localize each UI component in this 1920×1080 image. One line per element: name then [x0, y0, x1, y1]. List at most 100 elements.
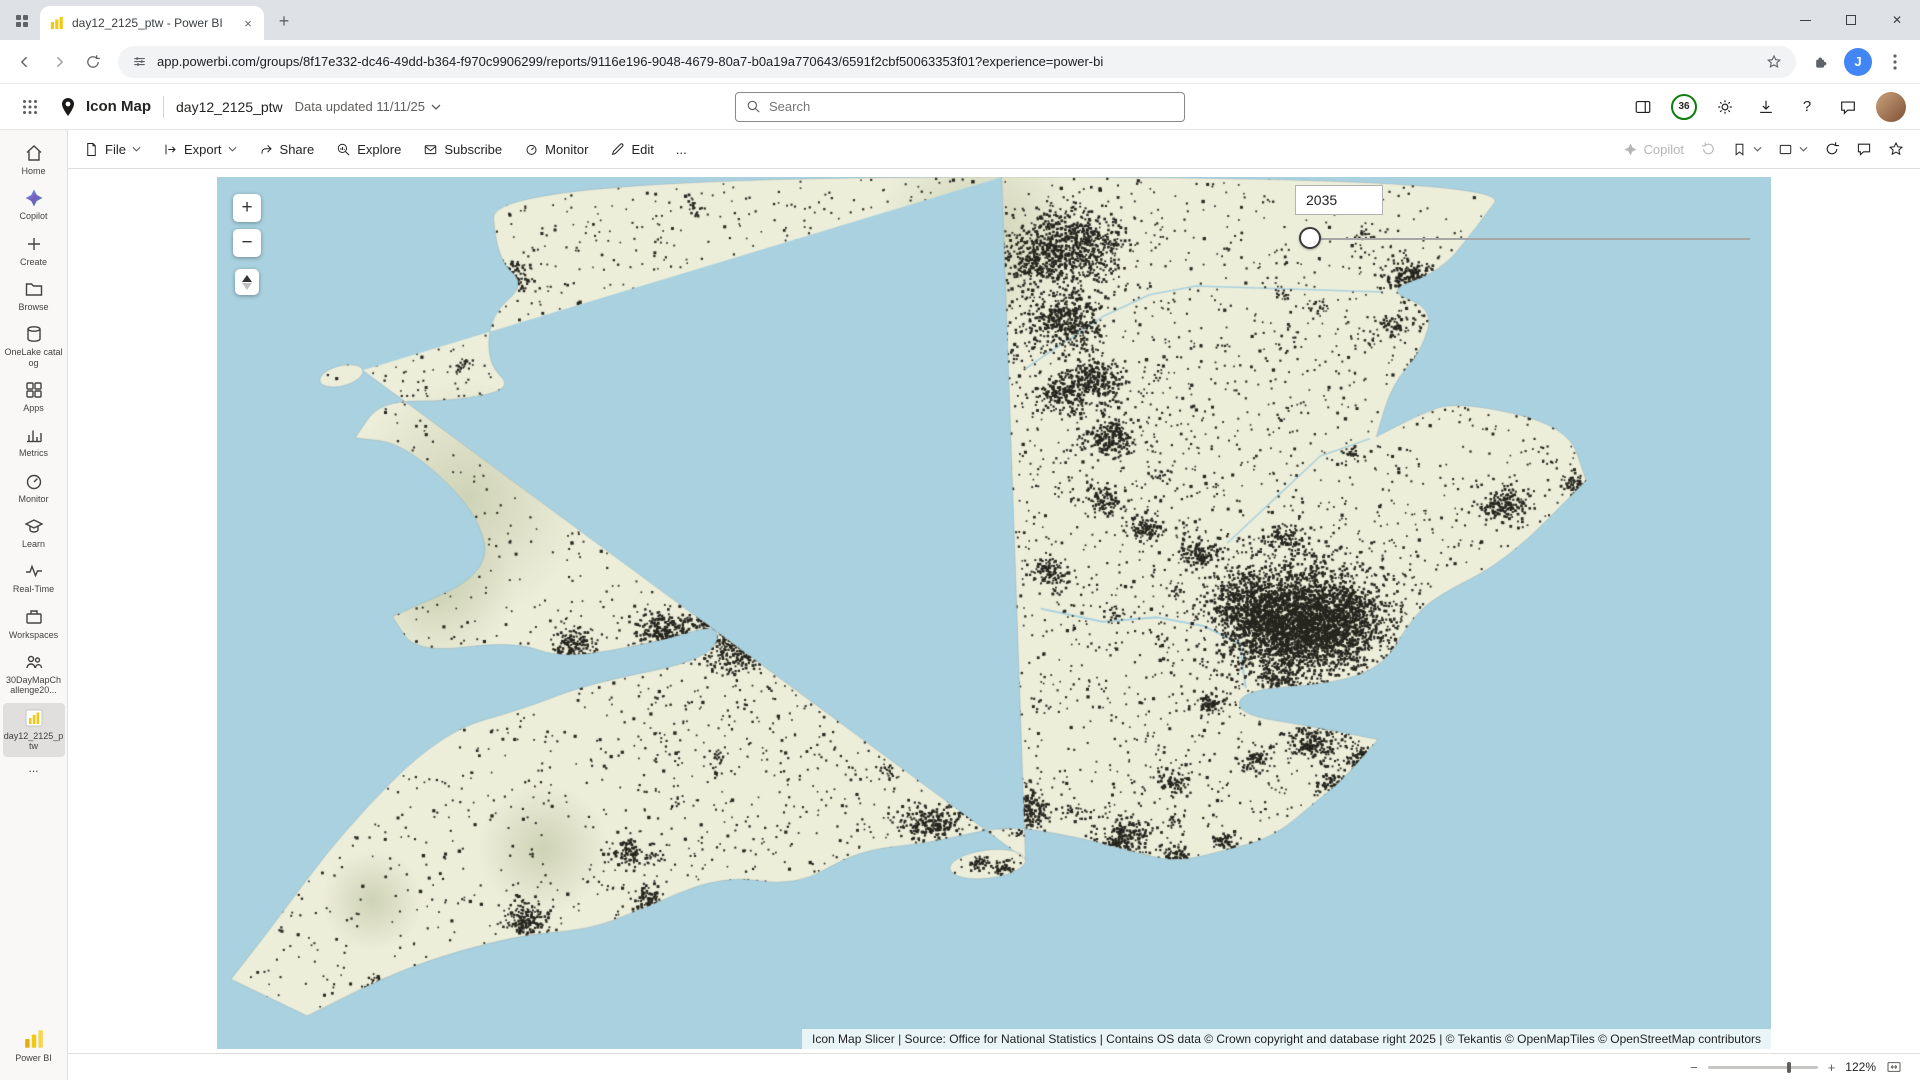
- fit-to-page-icon[interactable]: [1886, 1059, 1902, 1075]
- site-info-icon[interactable]: [132, 54, 147, 69]
- explore-button[interactable]: Explore: [336, 142, 401, 157]
- window-maximize-button[interactable]: [1828, 0, 1874, 40]
- sidebar-more-button[interactable]: ...: [28, 759, 38, 781]
- reset-view-button[interactable]: [1700, 141, 1716, 157]
- new-tab-button[interactable]: +: [270, 7, 298, 35]
- brand[interactable]: Icon Map: [58, 97, 151, 117]
- sidebar-item-create[interactable]: Create: [3, 229, 65, 272]
- export-menu[interactable]: Export: [163, 142, 237, 157]
- product-switcher-power-bi[interactable]: Power BI: [3, 1023, 65, 1068]
- export-icon: [163, 142, 178, 157]
- view-menu[interactable]: [1778, 142, 1808, 157]
- tab-actions-icon[interactable]: [8, 7, 36, 35]
- monitor-button[interactable]: Monitor: [524, 142, 588, 157]
- sidebar-item-browse[interactable]: Browse: [3, 274, 65, 317]
- page-zoom-handle[interactable]: [1787, 1062, 1791, 1073]
- pitch-down-icon: [242, 283, 252, 290]
- extensions-button[interactable]: [1806, 47, 1836, 77]
- window-close-button[interactable]: ✕: [1874, 0, 1920, 40]
- bookmark-icon: [1732, 142, 1747, 157]
- sidebar-item-label: Metrics: [19, 448, 48, 458]
- chevron-down-icon: [1799, 146, 1808, 152]
- edit-button[interactable]: Edit: [610, 142, 653, 157]
- refresh-button[interactable]: [1824, 141, 1840, 157]
- copilot-icon: [24, 188, 44, 208]
- pulse-icon: [24, 561, 44, 581]
- toolbar-more-button[interactable]: ...: [676, 142, 687, 157]
- sidebar-item-copilot[interactable]: Copilot: [3, 183, 65, 226]
- sidebar-item-apps[interactable]: Apps: [3, 375, 65, 418]
- explore-icon: [336, 142, 351, 157]
- sidebar-item-label: Monitor: [18, 494, 48, 504]
- database-icon: [24, 324, 44, 344]
- year-slicer-track[interactable]: [1310, 238, 1750, 240]
- bookmark-star-icon[interactable]: [1766, 54, 1782, 70]
- browser-profile-avatar[interactable]: J: [1844, 48, 1872, 76]
- sidebar-item-day12-report[interactable]: day12_2125_ptw: [3, 703, 65, 757]
- power-bi-logo: [23, 1028, 45, 1050]
- page-zoom-slider[interactable]: [1708, 1066, 1818, 1069]
- subscribe-mail-icon: [423, 142, 438, 157]
- url-bar[interactable]: app.powerbi.com/groups/8f17e332-dc46-49d…: [118, 46, 1796, 78]
- forward-button[interactable]: [44, 47, 74, 77]
- map-zoom-out-button[interactable]: −: [233, 229, 261, 257]
- chevron-down-icon: [1753, 146, 1762, 152]
- subscribe-button[interactable]: Subscribe: [423, 142, 502, 157]
- global-search[interactable]: [735, 92, 1185, 122]
- sidebar-item-label: Learn: [22, 539, 45, 549]
- pane-toggle-button[interactable]: [1630, 94, 1656, 120]
- data-updated-dropdown[interactable]: Data updated 11/11/25: [295, 99, 441, 114]
- app-launcher-button[interactable]: [14, 91, 46, 123]
- monitor-gauge-icon: [524, 142, 539, 157]
- help-button[interactable]: ?: [1794, 94, 1820, 120]
- sidebar-item-metrics[interactable]: Metrics: [3, 420, 65, 463]
- maximize-icon: [1846, 15, 1856, 25]
- feedback-icon: [1839, 98, 1857, 116]
- search-input[interactable]: [769, 99, 1174, 114]
- file-menu[interactable]: File: [84, 142, 141, 157]
- tab-close-icon[interactable]: ×: [240, 15, 256, 31]
- sidebar-item-learn[interactable]: Learn: [3, 511, 65, 554]
- sidebar-item-label: Workspaces: [9, 630, 58, 640]
- page-zoom-out-button[interactable]: −: [1690, 1060, 1698, 1075]
- back-button[interactable]: [10, 47, 40, 77]
- plus-icon: [24, 234, 44, 254]
- icon-map-visual[interactable]: + − Icon Map Slicer | Source: Office for…: [217, 177, 1771, 1049]
- map-attribution: Icon Map Slicer | Source: Office for Nat…: [802, 1029, 1771, 1049]
- map-pitch-control[interactable]: [235, 269, 259, 295]
- bookmarks-button[interactable]: [1732, 142, 1762, 157]
- sidebar-item-monitor[interactable]: Monitor: [3, 466, 65, 509]
- monitor-label: Monitor: [545, 142, 588, 157]
- map-canvas[interactable]: [217, 177, 1771, 1049]
- gauge-icon: [24, 471, 44, 491]
- sidebar-item-real-time[interactable]: Real-Time: [3, 556, 65, 599]
- settings-button[interactable]: [1712, 94, 1738, 120]
- copilot-button[interactable]: Copilot: [1623, 142, 1684, 157]
- page-zoom-level: 122%: [1845, 1060, 1876, 1074]
- sidebar-item-workspaces[interactable]: Workspaces: [3, 602, 65, 645]
- comments-button[interactable]: [1856, 141, 1872, 157]
- sidebar-item-workspace-30daymapchallenge[interactable]: 30DayMapChallenge20...: [3, 647, 65, 701]
- reload-button[interactable]: [78, 47, 108, 77]
- sidebar-item-onelake-catalog[interactable]: OneLake catalog: [3, 319, 65, 373]
- feedback-button[interactable]: [1835, 94, 1861, 120]
- sidebar-item-home[interactable]: Home: [3, 138, 65, 181]
- forward-arrow-icon: [51, 54, 67, 70]
- browser-addressbar: app.powerbi.com/groups/8f17e332-dc46-49d…: [0, 40, 1920, 84]
- page-zoom-in-button[interactable]: +: [1828, 1060, 1836, 1075]
- share-button[interactable]: Share: [259, 142, 315, 157]
- year-slicer-input[interactable]: [1295, 185, 1383, 215]
- trial-countdown-badge[interactable]: 36: [1671, 94, 1697, 120]
- window-minimize-button[interactable]: [1782, 0, 1828, 40]
- powerbi-favicon: [50, 16, 64, 30]
- year-slicer-handle[interactable]: [1299, 227, 1321, 249]
- browser-tab[interactable]: day12_2125_ptw - Power BI ×: [40, 6, 264, 40]
- sidebar-item-label: OneLake catalog: [4, 347, 64, 368]
- url-text[interactable]: app.powerbi.com/groups/8f17e332-dc46-49d…: [157, 54, 1756, 69]
- user-avatar[interactable]: [1876, 92, 1906, 122]
- map-zoom-in-button[interactable]: +: [233, 194, 261, 222]
- favorite-button[interactable]: [1888, 141, 1904, 157]
- download-button[interactable]: [1753, 94, 1779, 120]
- browser-menu-button[interactable]: [1880, 47, 1910, 77]
- share-icon: [259, 142, 274, 157]
